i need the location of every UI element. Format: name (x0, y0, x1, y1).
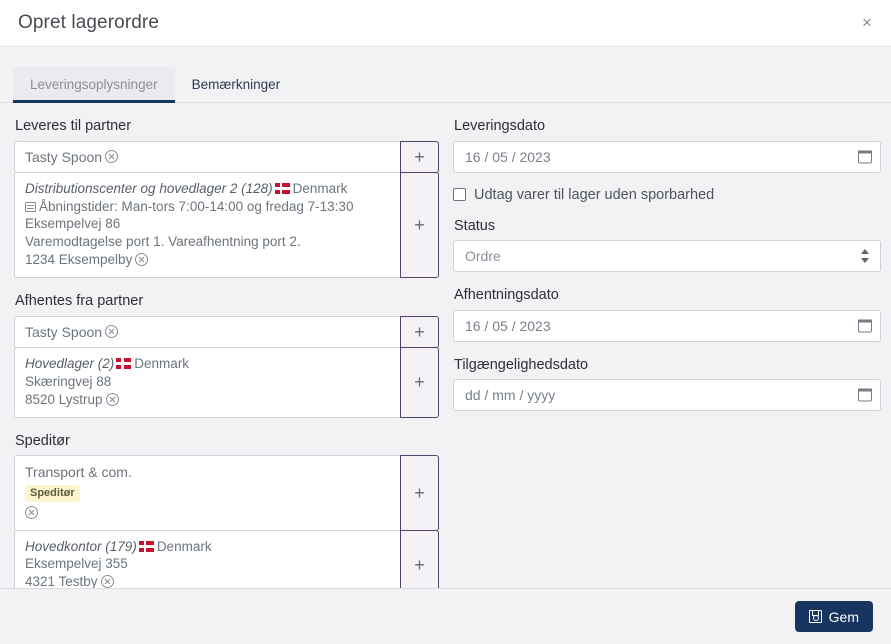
availability-date-label: Tilgængelighedsdato (454, 356, 589, 373)
delivery-address-title: Distributionscenter og hovedlager 2 (128… (25, 180, 273, 196)
forwarder-address-box[interactable]: Hovedkontor (179) Denmark Eksempelvej 355… (14, 529, 401, 588)
tab-bemaerkninger[interactable]: Bemærkninger (175, 67, 298, 102)
delivery-partner-label: Leveres til partner (15, 118, 132, 134)
save-button-label: Gem (828, 608, 859, 625)
pickup-address-box[interactable]: Hovedlager (2) Denmark Skæringvej 88 8520… (14, 346, 401, 418)
pickup-address-row: Hovedlager (2) Denmark Skæringvej 88 8520… (14, 346, 439, 418)
pickup-date-input[interactable]: 16 / 05 / 2023 (453, 309, 881, 342)
denmark-flag-icon (274, 182, 290, 194)
dialog-header: Opret lagerordre × (0, 0, 891, 47)
save-button[interactable]: Gem (794, 601, 873, 632)
forwarder-badge-line: Speditør (25, 482, 390, 504)
note-icon (25, 201, 36, 212)
pickup-address-title: Hovedlager (2) (25, 355, 115, 371)
forwarder-clear-line (25, 504, 390, 522)
delivery-address-row: Distributionscenter og hovedlager 2 (128… (14, 171, 439, 279)
status-badge: Speditør (25, 484, 80, 502)
pickup-address-city-line: 8520 Lystrup (25, 391, 390, 409)
create-stock-order-dialog: Opret lagerordre × Leveringsoplysninger … (0, 0, 891, 644)
forwarder-row: Transport & com. Speditør + (14, 455, 439, 531)
dialog-body: Leveres til partner Tasty Spoon + Distri… (0, 103, 891, 588)
clear-delivery-partner-icon[interactable] (105, 150, 119, 164)
denmark-flag-icon (116, 357, 132, 369)
no-traceability-checkbox[interactable] (453, 188, 466, 202)
availability-date-input[interactable]: dd / mm / yyyy (453, 379, 881, 412)
forwarder-box[interactable]: Transport & com. Speditør (14, 455, 401, 531)
tab-bar: Leveringsoplysninger Bemærkninger (0, 63, 891, 103)
availability-date-wrap: dd / mm / yyyy (453, 379, 881, 412)
forwarder-company: Transport & com. (25, 464, 132, 481)
add-delivery-partner-button[interactable]: + (400, 140, 439, 173)
delivery-address-city-line: 1234 Eksempelby (25, 251, 390, 269)
tab-leveringsoplysninger[interactable]: Leveringsoplysninger (13, 67, 175, 103)
no-traceability-label: Udtag varer til lager uden sporbarhed (474, 186, 715, 203)
page-title: Opret lagerordre (18, 12, 160, 33)
pickup-partner-value: Tasty Spoon (25, 323, 103, 340)
delivery-partner-value: Tasty Spoon (25, 148, 103, 165)
delivery-date-wrap: 16 / 05 / 2023 (453, 140, 881, 173)
add-delivery-address-button[interactable]: + (400, 171, 439, 279)
delivery-partner-input[interactable]: Tasty Spoon (14, 140, 401, 173)
clear-forwarder-address-icon[interactable] (100, 575, 114, 588)
calendar-icon[interactable] (858, 150, 872, 164)
pickup-date-label: Afhentningsdato (454, 287, 559, 304)
pickup-address-line-1: Skæringvej 88 (25, 373, 112, 389)
delivery-address-line-1: Eksempelvej 86 (25, 216, 121, 232)
forwarder-address-title: Hovedkontor (179) (25, 538, 137, 554)
delivery-address-country: Denmark (292, 180, 348, 196)
delivery-address-note: Åbningstider: Man-tors 7:00-14:00 og fre… (39, 198, 354, 214)
calendar-icon[interactable] (858, 319, 872, 333)
add-pickup-address-button[interactable]: + (400, 346, 439, 418)
delivery-partner-row: Tasty Spoon + (14, 140, 439, 173)
clear-forwarder-icon[interactable] (25, 505, 38, 519)
forwarder-address-row: Hovedkontor (179) Denmark Eksempelvej 355… (14, 529, 439, 588)
forwarder-address-city: 4321 Testby (25, 574, 98, 588)
dialog-footer: Gem (0, 588, 891, 644)
forwarder-address-line-1: Eksempelvej 355 (25, 556, 128, 572)
no-traceability-row[interactable]: Udtag varer til lager uden sporbarhed (453, 187, 881, 203)
pickup-address-country: Denmark (134, 355, 190, 371)
forwarder-address-country: Denmark (156, 538, 212, 554)
denmark-flag-icon (138, 540, 154, 552)
add-forwarder-button[interactable]: + (400, 455, 439, 531)
save-icon (808, 610, 822, 623)
left-column: Leveres til partner Tasty Spoon + Distri… (14, 117, 439, 588)
chevron-updown-icon[interactable] (861, 248, 870, 264)
delivery-address-city: 1234 Eksempelby (25, 252, 133, 268)
forwarder-address-title-line: Hovedkontor (179) Denmark (25, 538, 390, 556)
close-icon[interactable]: × (855, 11, 879, 35)
delivery-address-line-2: Varemodtagelse port 1. Vareafhentning po… (25, 234, 301, 250)
status-select[interactable]: Ordre (453, 240, 881, 273)
delivery-address-title-line: Distributionscenter og hovedlager 2 (128… (25, 180, 390, 198)
clear-pickup-partner-icon[interactable] (105, 325, 119, 339)
status-select-wrap: Ordre (453, 240, 881, 273)
delivery-address-note-line: Åbningstider: Man-tors 7:00-14:00 og fre… (25, 198, 390, 216)
pickup-partner-input[interactable]: Tasty Spoon (14, 315, 401, 348)
delivery-address-box[interactable]: Distributionscenter og hovedlager 2 (128… (14, 171, 401, 279)
pickup-date-wrap: 16 / 05 / 2023 (453, 309, 881, 342)
pickup-partner-label: Afhentes fra partner (15, 293, 144, 310)
delivery-date-input[interactable]: 16 / 05 / 2023 (453, 140, 881, 173)
calendar-icon[interactable] (858, 388, 872, 402)
clear-delivery-address-icon[interactable] (135, 253, 149, 267)
status-label: Status (454, 217, 496, 234)
clear-pickup-address-icon[interactable] (105, 392, 119, 406)
forwarder-label: Speditør (15, 432, 70, 449)
add-forwarder-address-button[interactable]: + (400, 529, 439, 588)
forwarder-address-city-line: 4321 Testby (25, 573, 390, 588)
pickup-address-city: 8520 Lystrup (25, 391, 103, 407)
delivery-date-label: Leveringsdato (454, 118, 546, 134)
pickup-partner-row: Tasty Spoon + (14, 315, 439, 348)
add-pickup-partner-button[interactable]: + (400, 315, 439, 348)
right-column: Leveringsdato 16 / 05 / 2023 Udtag varer… (453, 117, 881, 588)
pickup-address-title-line: Hovedlager (2) Denmark (25, 355, 390, 373)
